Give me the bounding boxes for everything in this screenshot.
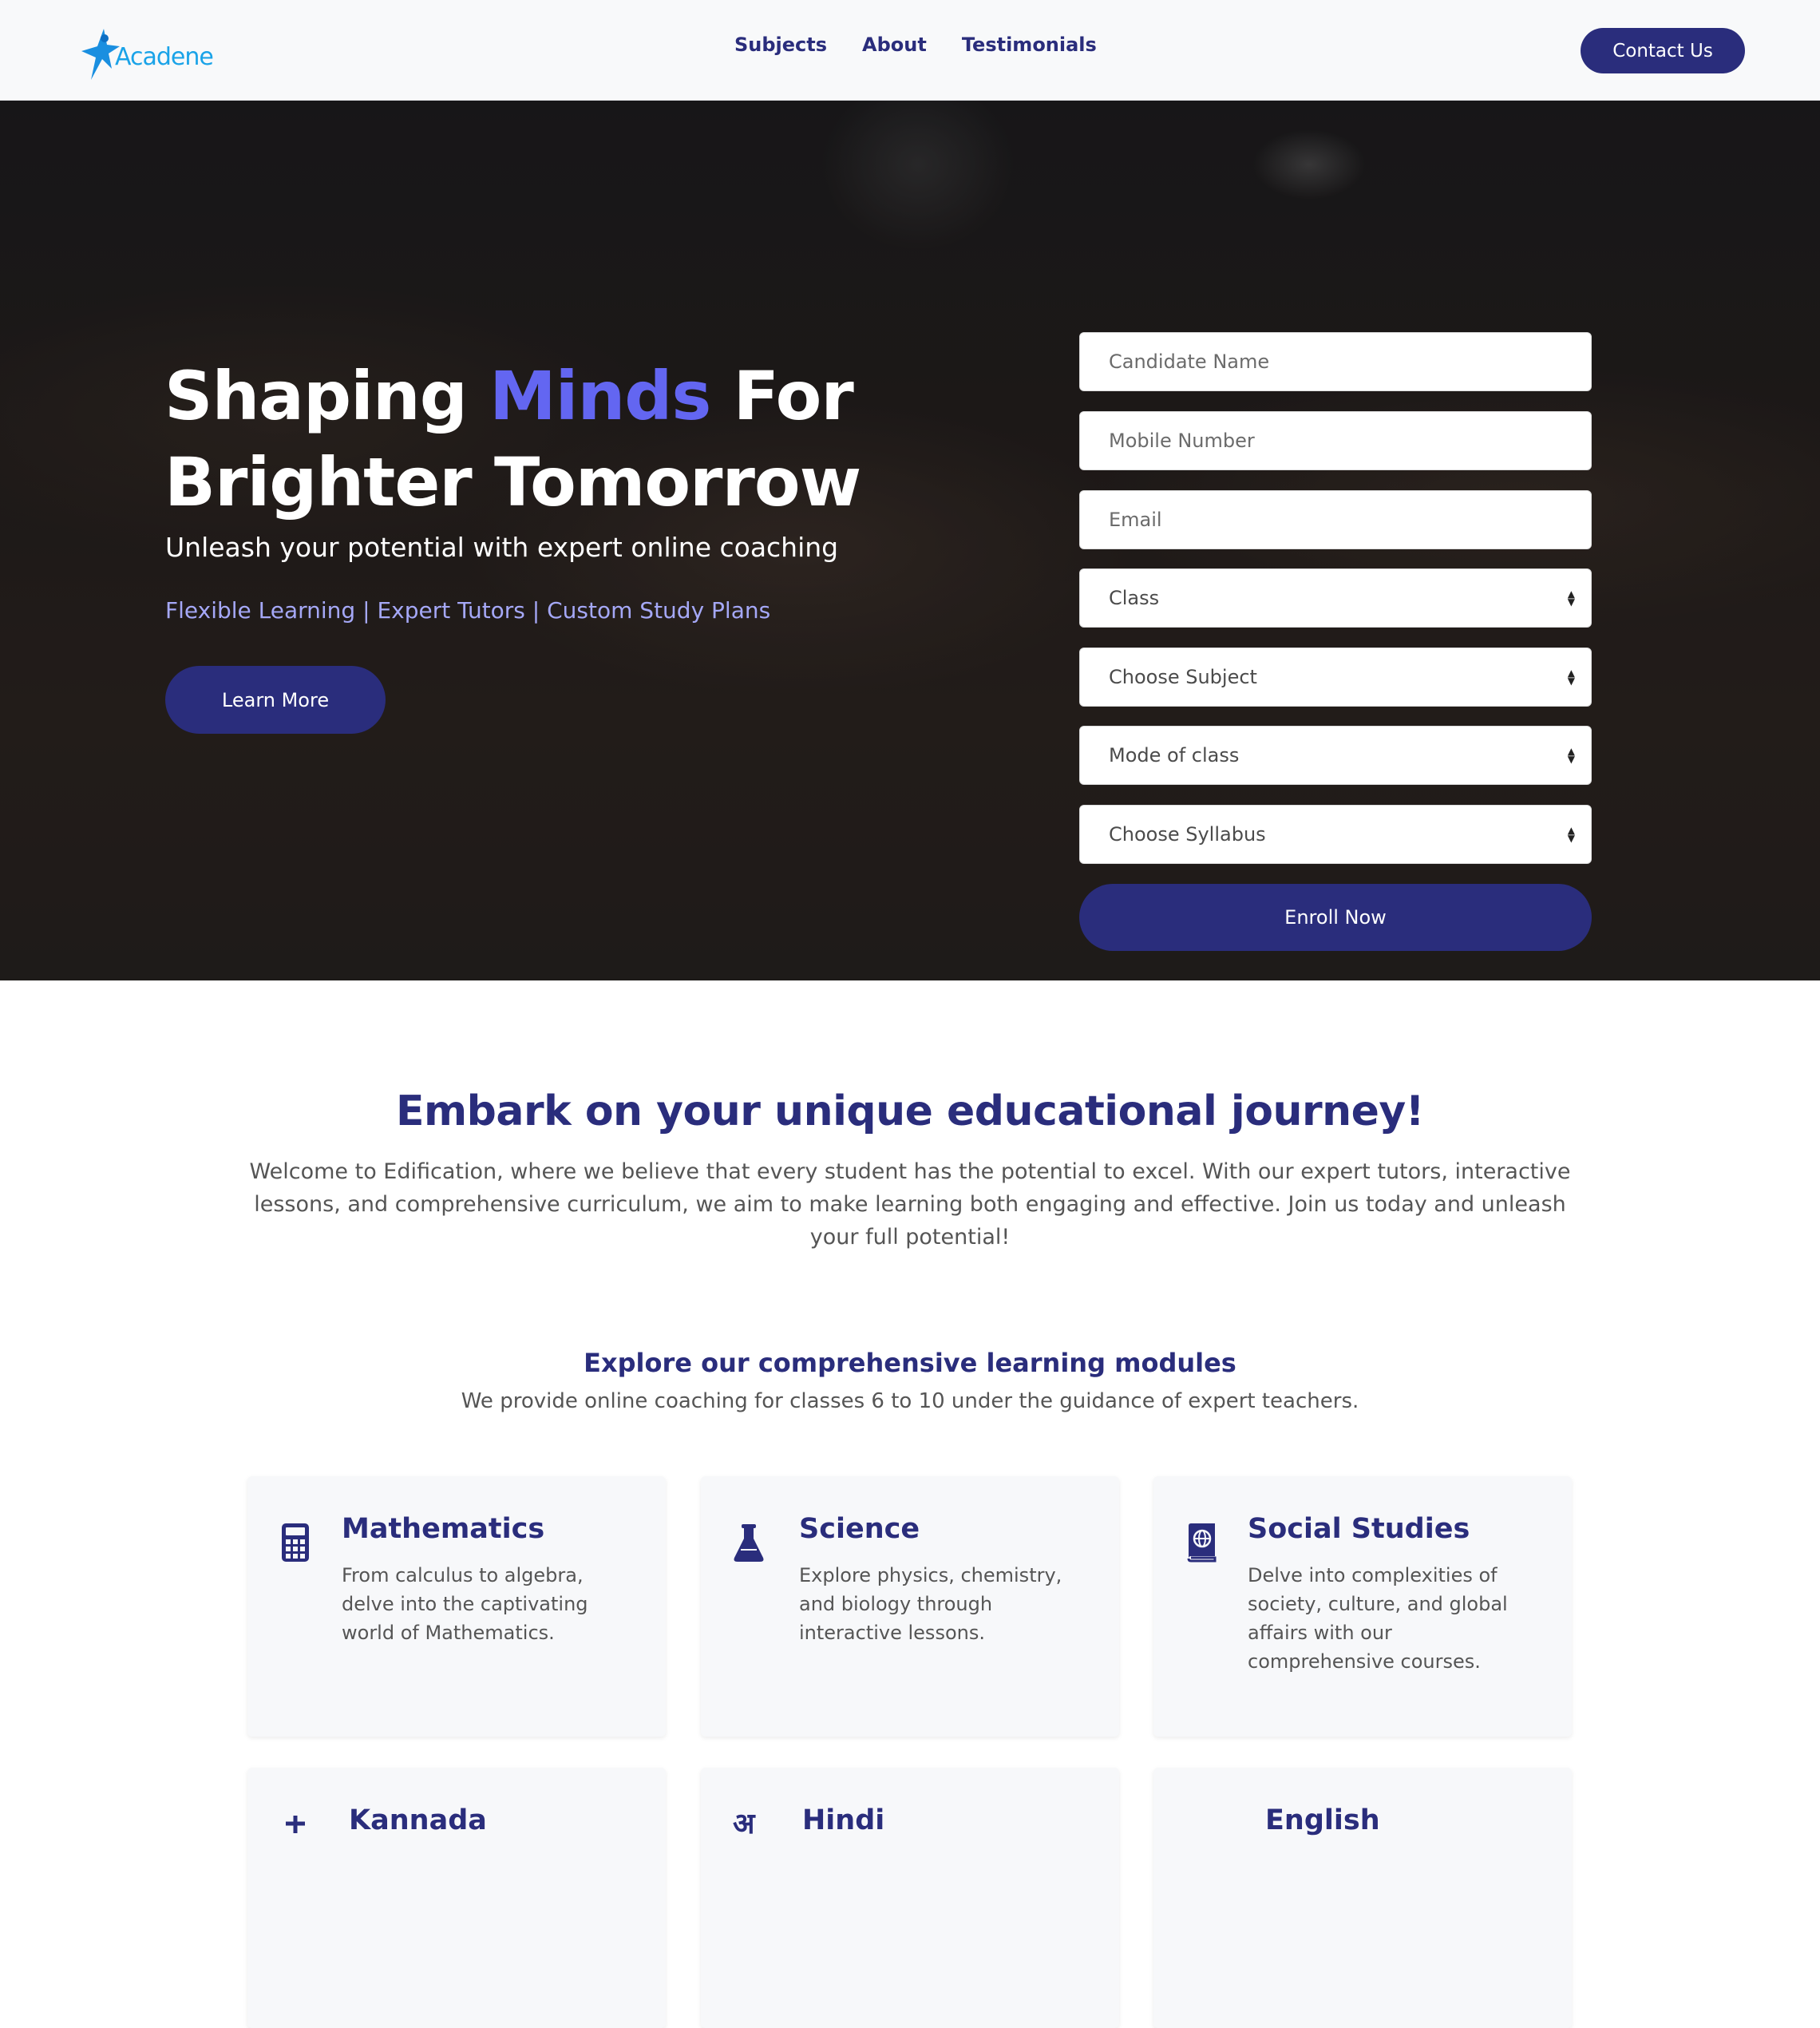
hero-title-accent: Minds — [489, 357, 711, 435]
contact-us-button[interactable]: Contact Us — [1581, 28, 1745, 73]
hero-subtitle: Unleash your potential with expert onlin… — [165, 532, 839, 563]
email-field[interactable] — [1079, 490, 1592, 549]
class-select-label: Class — [1109, 587, 1160, 609]
select-arrows-icon: ▲ ▼ — [1567, 746, 1575, 765]
kannada-letter-icon — [286, 1816, 305, 1833]
mobile-number-field[interactable] — [1079, 411, 1592, 470]
globe-book-icon — [1187, 1523, 1217, 1563]
nav-link-about[interactable]: About — [862, 34, 927, 56]
modules-title: Explore our comprehensive learning modul… — [584, 1348, 1236, 1378]
module-card-kannada[interactable]: Kannada — [247, 1768, 666, 2028]
card-description: From calculus to algebra, delve into the… — [342, 1564, 588, 1644]
class-select[interactable]: Class ▲ ▼ — [1079, 568, 1592, 628]
card-title: English — [1265, 1804, 1380, 1836]
select-arrows-icon: ▲ ▼ — [1567, 667, 1575, 687]
subject-select[interactable]: Choose Subject ▲ ▼ — [1079, 648, 1592, 707]
syllabus-select[interactable]: Choose Syllabus ▲ ▼ — [1079, 805, 1592, 864]
card-description: Delve into complexities of society, cult… — [1248, 1564, 1508, 1673]
card-title: Kannada — [349, 1804, 487, 1836]
card-title: Science — [799, 1513, 920, 1545]
mobile-number-input[interactable] — [1109, 430, 1591, 452]
email-input[interactable] — [1109, 509, 1591, 531]
mode-select[interactable]: Mode of class ▲ ▼ — [1079, 726, 1592, 785]
module-card-science[interactable]: Science Explore physics, chemistry, and … — [701, 1476, 1119, 1737]
intro-title: Embark on your unique educational journe… — [395, 1087, 1425, 1135]
flask-icon — [734, 1524, 764, 1562]
mode-select-label: Mode of class — [1109, 744, 1240, 766]
calculator-icon — [282, 1523, 309, 1562]
candidate-name-field[interactable] — [1079, 332, 1592, 391]
nav-link-testimonials[interactable]: Testimonials — [962, 34, 1097, 56]
select-arrows-icon: ▲ ▼ — [1567, 825, 1575, 844]
nav-link-subjects[interactable]: Subjects — [734, 34, 827, 56]
modules-subtitle: We provide online coaching for classes 6… — [461, 1389, 1359, 1413]
candidate-name-input[interactable] — [1109, 351, 1591, 373]
module-card-social-studies[interactable]: Social Studies Delve into complexities o… — [1153, 1476, 1572, 1737]
hero-section: Shaping Minds For Brighter Tomorrow Unle… — [0, 101, 1820, 980]
module-card-mathematics[interactable]: Mathematics From calculus to algebra, de… — [247, 1476, 666, 1737]
brand-name: Acadene — [115, 42, 214, 71]
syllabus-select-label: Choose Syllabus — [1109, 823, 1266, 846]
module-card-hindi[interactable]: अ Hindi — [701, 1768, 1119, 2028]
intro-text: Welcome to Edification, where we believe… — [249, 1159, 1571, 1250]
learn-more-button[interactable]: Learn More — [165, 666, 386, 734]
hero-title: Shaping Minds For Brighter Tomorrow — [164, 353, 883, 525]
card-description: Explore physics, chemistry, and biology … — [799, 1564, 1062, 1644]
brand-logo[interactable]: Acadene — [80, 27, 214, 81]
card-title: Hindi — [802, 1804, 885, 1836]
module-card-english[interactable]: English — [1153, 1768, 1572, 2028]
navbar: Acadene Subjects About Testimonials Cont… — [0, 0, 1820, 101]
hero-title-part1: Shaping — [164, 357, 490, 435]
card-title: Social Studies — [1248, 1513, 1470, 1545]
subject-select-label: Choose Subject — [1109, 666, 1257, 688]
hindi-letter-icon: अ — [733, 1808, 755, 1840]
hero-tags: Flexible Learning | Expert Tutors | Cust… — [165, 597, 771, 624]
enroll-now-button[interactable]: Enroll Now — [1079, 884, 1592, 951]
select-arrows-icon: ▲ ▼ — [1567, 588, 1575, 608]
nav-links: Subjects About Testimonials — [734, 34, 1097, 56]
card-title: Mathematics — [342, 1513, 545, 1545]
